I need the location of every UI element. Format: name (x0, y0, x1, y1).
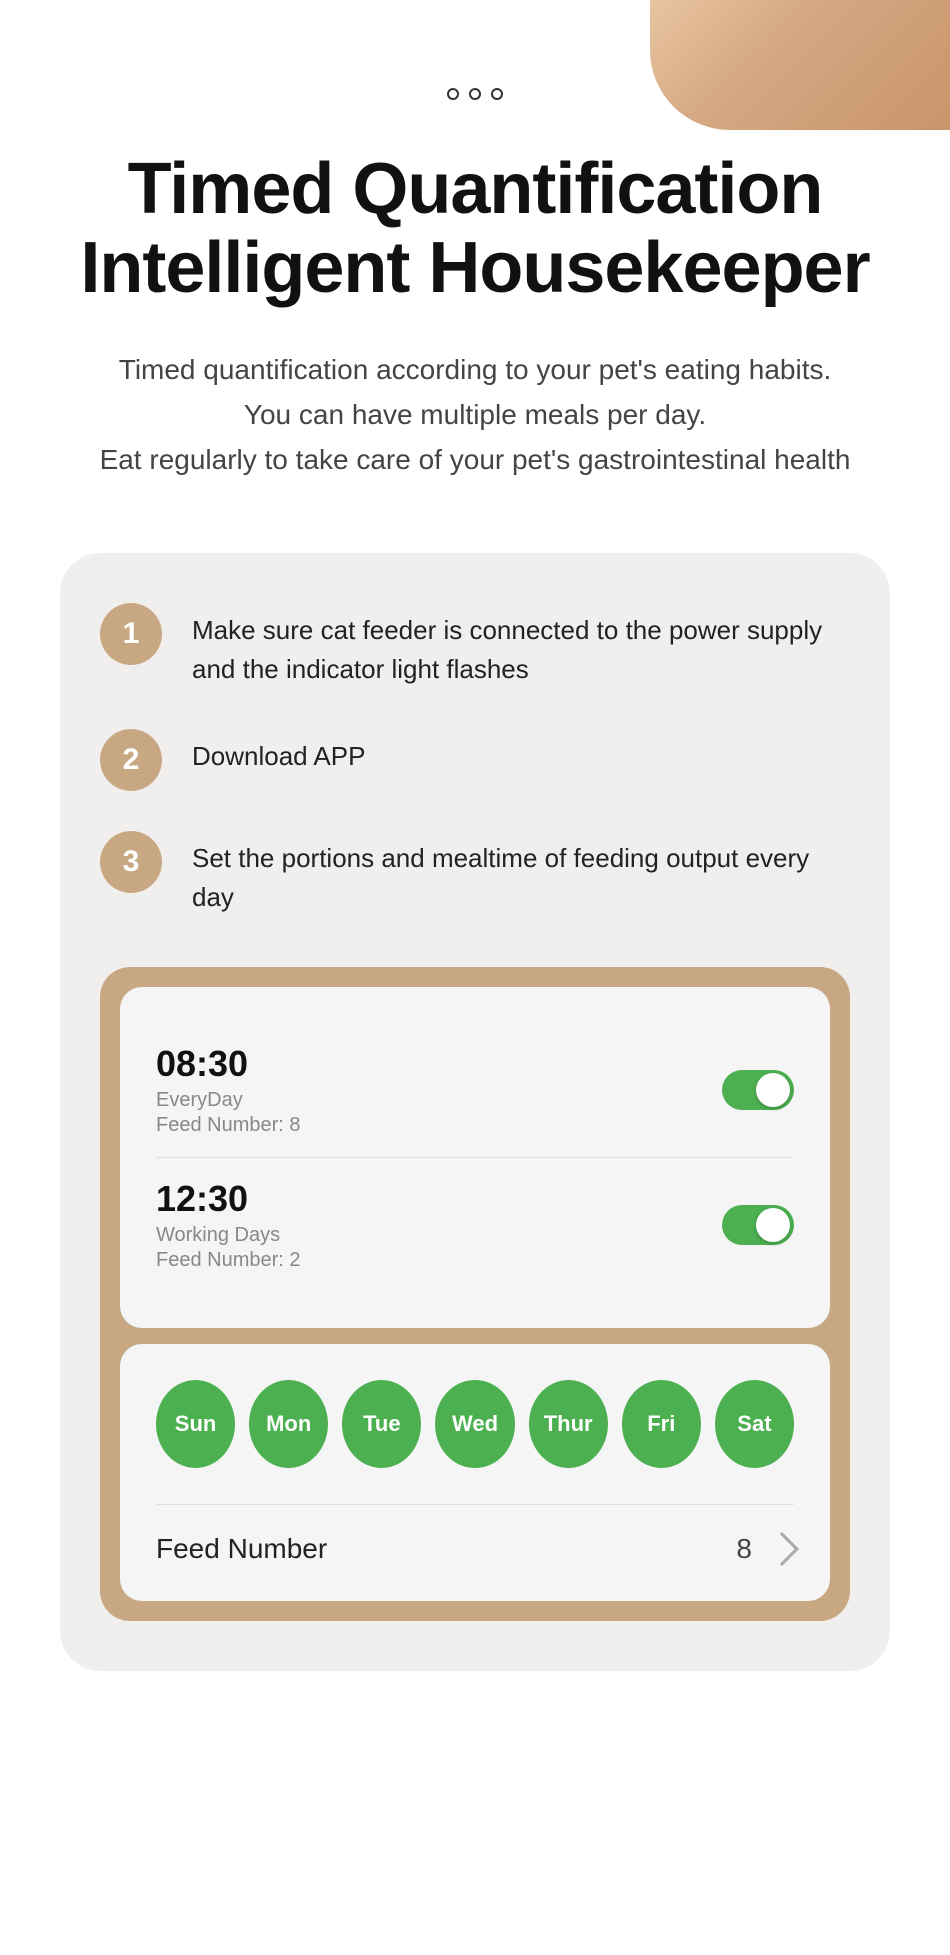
days-card: Sun Mon Tue Wed Thur Fri Sat Feed Number… (120, 1344, 830, 1601)
step-2-number: 2 (100, 729, 162, 791)
feed-number-value: 8 (736, 1533, 794, 1565)
page-indicators (0, 0, 950, 100)
feed-number-row[interactable]: Feed Number 8 (156, 1504, 794, 1565)
indicator-dot-1 (447, 88, 459, 100)
feeder-card: 08:30 EveryDay Feed Number: 8 12:30 Work… (100, 967, 850, 1621)
toggle-2-knob (756, 1208, 790, 1242)
schedule-1-repeat: EveryDay (156, 1089, 301, 1112)
step-2-text: Download APP (192, 729, 365, 776)
subtitle-line3: Eat regularly to take care of your pet's… (60, 438, 890, 483)
title-line2: Intelligent Housekeeper (80, 228, 869, 308)
schedule-1-toggle[interactable] (722, 1070, 794, 1110)
toggle-1-knob (756, 1073, 790, 1107)
schedule-1-info: 08:30 EveryDay Feed Number: 8 (156, 1043, 301, 1137)
day-fri[interactable]: Fri (622, 1380, 701, 1468)
feed-number-count: 8 (736, 1533, 752, 1565)
schedule-2-feed-count: Feed Number: 2 (156, 1249, 301, 1272)
schedule-2-info: 12:30 Working Days Feed Number: 2 (156, 1178, 301, 1272)
schedule-2-time: 12:30 (156, 1178, 301, 1220)
step-3-number: 3 (100, 831, 162, 893)
day-sat[interactable]: Sat (715, 1380, 794, 1468)
schedule-2-repeat: Working Days (156, 1224, 301, 1247)
step-1-text: Make sure cat feeder is connected to the… (192, 603, 850, 689)
step-3-text: Set the portions and mealtime of feeding… (192, 831, 850, 917)
indicator-dot-3 (491, 88, 503, 100)
schedule-1-time: 08:30 (156, 1043, 301, 1085)
day-mon[interactable]: Mon (249, 1380, 328, 1468)
indicator-dot-2 (469, 88, 481, 100)
step-2: 2 Download APP (100, 729, 850, 791)
schedule-item-2: 12:30 Working Days Feed Number: 2 (156, 1157, 794, 1292)
page-subtitle: Timed quantification according to your p… (60, 348, 890, 482)
step-1-number: 1 (100, 603, 162, 665)
schedule-card: 08:30 EveryDay Feed Number: 8 12:30 Work… (120, 987, 830, 1328)
day-tue[interactable]: Tue (342, 1380, 421, 1468)
feed-number-label: Feed Number (156, 1533, 327, 1565)
schedule-2-toggle[interactable] (722, 1205, 794, 1245)
chevron-right-icon (765, 1532, 799, 1566)
title-line1: Timed Quantification (128, 149, 823, 229)
day-thur[interactable]: Thur (529, 1380, 608, 1468)
days-row: Sun Mon Tue Wed Thur Fri Sat (156, 1380, 794, 1468)
page-title: Timed Quantification Intelligent Houseke… (60, 150, 890, 308)
title-section: Timed Quantification Intelligent Houseke… (0, 100, 950, 513)
main-card: 1 Make sure cat feeder is connected to t… (60, 553, 890, 1671)
day-sun[interactable]: Sun (156, 1380, 235, 1468)
step-1: 1 Make sure cat feeder is connected to t… (100, 603, 850, 689)
schedule-1-feed-count: Feed Number: 8 (156, 1114, 301, 1137)
step-3: 3 Set the portions and mealtime of feedi… (100, 831, 850, 917)
subtitle-line2: You can have multiple meals per day. (60, 393, 890, 438)
subtitle-line1: Timed quantification according to your p… (60, 348, 890, 393)
schedule-item-1: 08:30 EveryDay Feed Number: 8 (156, 1023, 794, 1157)
day-wed[interactable]: Wed (435, 1380, 514, 1468)
steps-list: 1 Make sure cat feeder is connected to t… (100, 603, 850, 917)
